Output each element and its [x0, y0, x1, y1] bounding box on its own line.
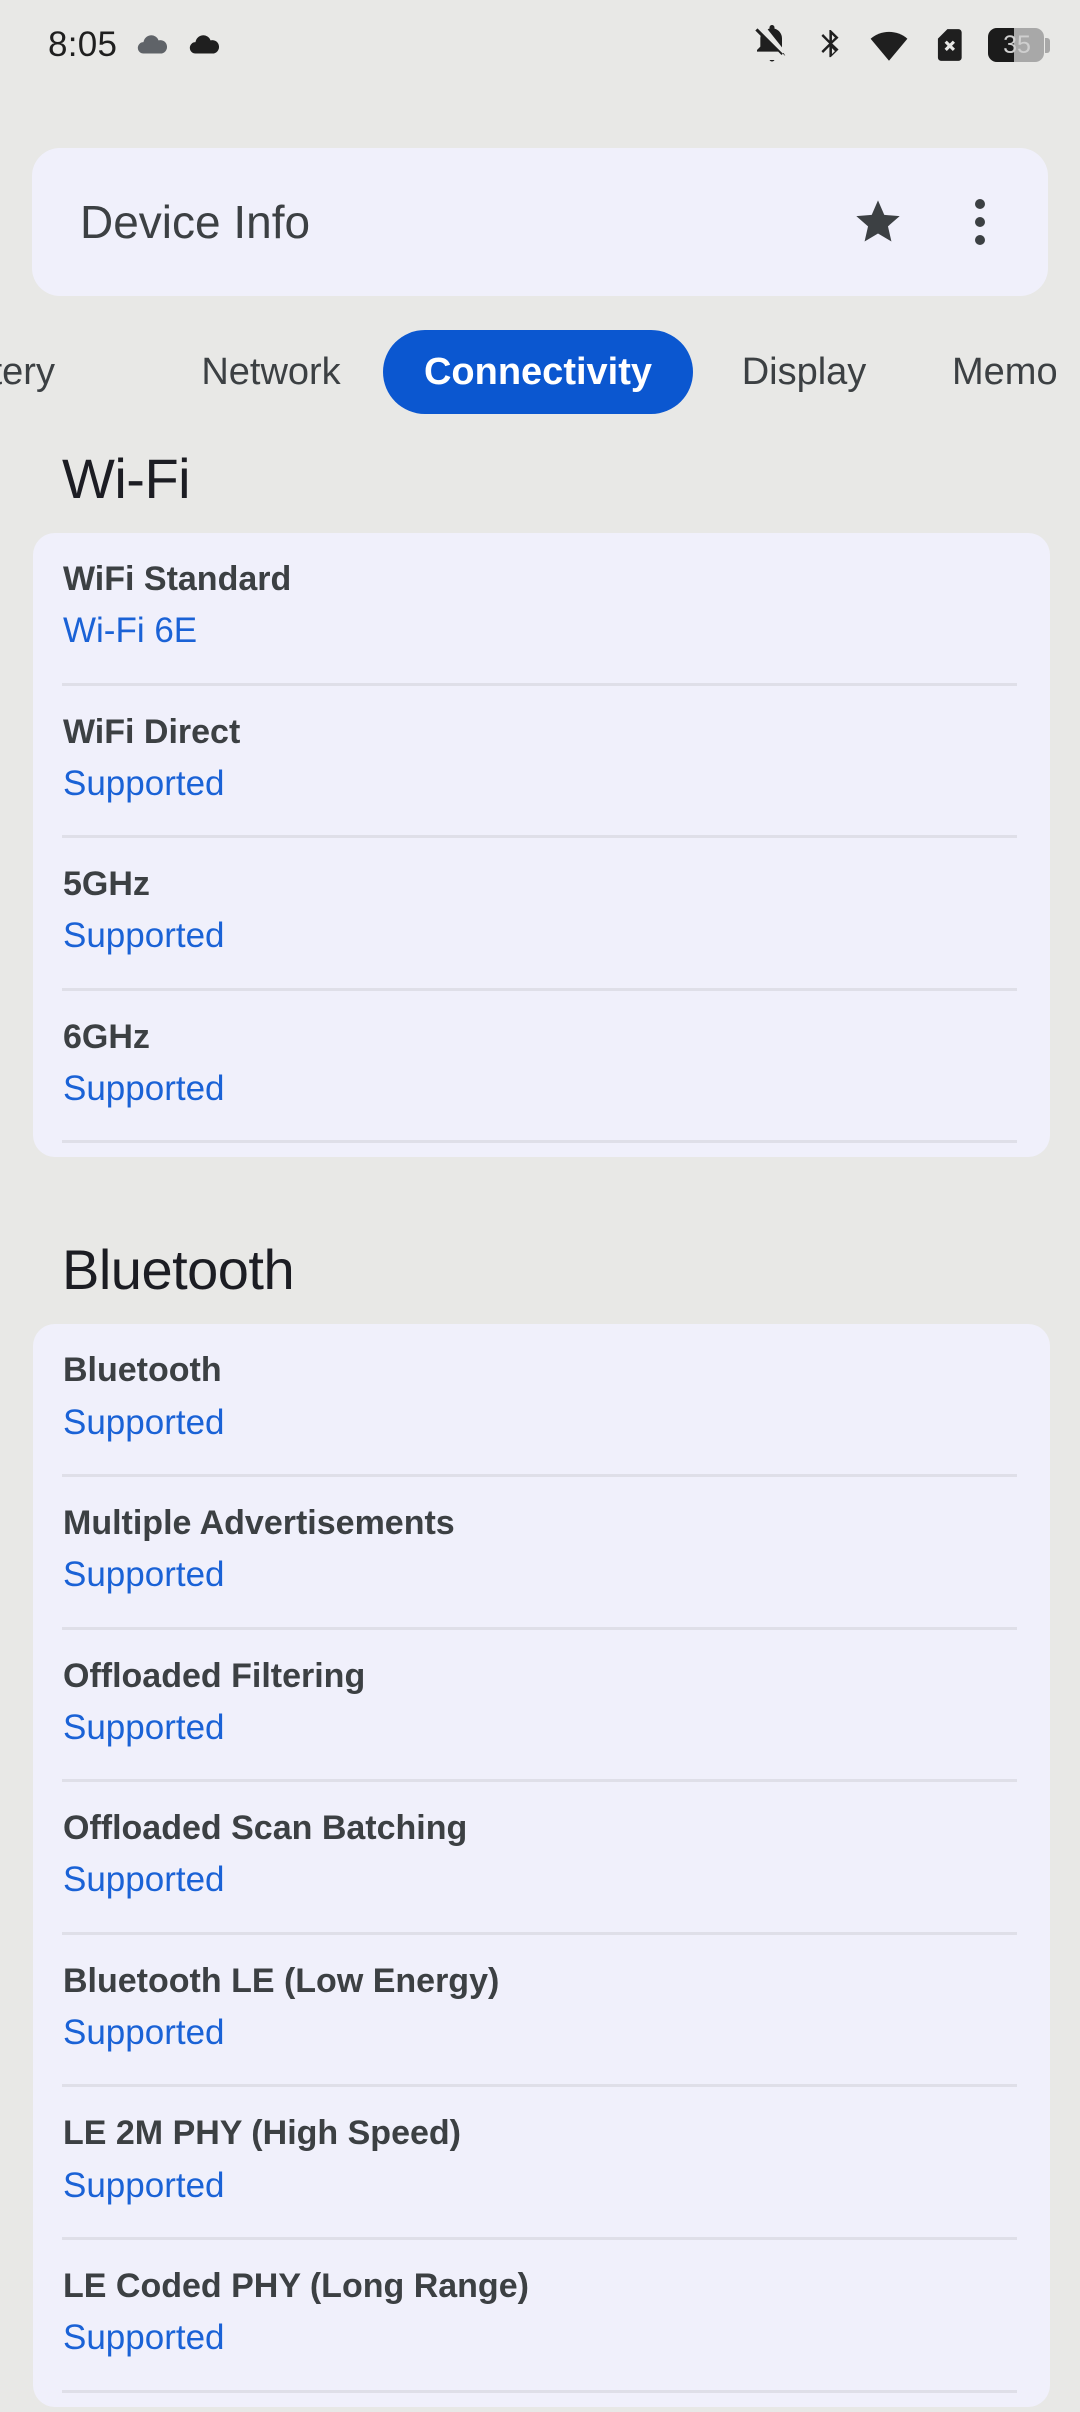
list-item[interactable]: Multiple Advertisements Supported: [33, 1477, 1050, 1608]
bluetooth-icon: [821, 30, 839, 58]
row-divider: [62, 2389, 1017, 2393]
status-bar-left: 8:05: [48, 25, 221, 65]
tab-connectivity-label: Connectivity: [423, 350, 653, 393]
list-item[interactable]: WiFi Direct Supported: [33, 686, 1050, 817]
more-options-icon: [975, 199, 985, 245]
list-item[interactable]: Offloaded Scan Batching Supported: [33, 1782, 1050, 1913]
sim-off-icon: [937, 29, 962, 61]
app-bar: Device Info: [32, 148, 1048, 296]
battery-cap: [1045, 37, 1050, 53]
row-label: LE Coded PHY (Long Range): [63, 2267, 529, 2306]
row-label: Bluetooth: [63, 1351, 222, 1390]
row-label: Multiple Advertisements: [63, 1504, 455, 1543]
overflow-menu-button[interactable]: [952, 194, 1008, 250]
section-title-bluetooth: Bluetooth: [62, 1238, 295, 1302]
list-item[interactable]: 5GHz Supported: [33, 838, 1050, 969]
row-value: Supported: [63, 2165, 225, 2205]
row-label: Offloaded Filtering: [63, 1656, 366, 1695]
row-value: Supported: [63, 1068, 225, 1108]
row-label: 5GHz: [63, 865, 150, 904]
status-clock: 8:05: [48, 25, 118, 64]
tab-bar[interactable]: ttery Network Connectivity Display Memo: [0, 322, 1080, 422]
status-bar-right: 35: [752, 24, 1050, 66]
row-label: Offloaded Scan Batching: [63, 1809, 468, 1848]
tab-network[interactable]: Network: [186, 322, 356, 422]
row-label: WiFi Standard: [63, 560, 292, 598]
tab-display[interactable]: Display: [730, 322, 878, 422]
tab-battery[interactable]: ttery: [0, 322, 108, 422]
battery-indicator: 35: [988, 27, 1050, 63]
row-value: Supported: [63, 2318, 225, 2358]
bluetooth-card: Bluetooth Supported Multiple Advertiseme…: [33, 1324, 1050, 2407]
row-value: Supported: [63, 1555, 225, 1595]
status-bar: 8:05 35: [0, 0, 1080, 90]
row-value: Supported: [63, 1860, 225, 1900]
list-item[interactable]: Bluetooth LE (Low Energy) Supported: [33, 1935, 1050, 2066]
phone-screen: 8:05 35 Device Info ery Network Connecti…: [0, 0, 1080, 2412]
row-value: Wi-Fi 6E: [63, 611, 198, 651]
row-label: 6GHz: [63, 1017, 150, 1056]
app-bar-actions: [850, 194, 1008, 250]
cloud-icon: [190, 35, 220, 54]
list-item[interactable]: WiFi Standard Wi-Fi 6E: [33, 533, 1050, 664]
cloud-icon: [138, 35, 168, 54]
list-item[interactable]: Bluetooth Supported: [33, 1324, 1050, 1455]
tab-connectivity[interactable]: Connectivity: [383, 330, 693, 414]
row-value: Supported: [63, 916, 225, 956]
list-item[interactable]: LE Coded PHY (Long Range) Supported: [33, 2240, 1050, 2371]
row-label: Bluetooth LE (Low Energy): [63, 1961, 500, 2000]
battery-percent: 35: [1003, 30, 1031, 59]
list-item[interactable]: LE 2M PHY (High Speed) Supported: [33, 2087, 1050, 2218]
battery-body: 35: [988, 28, 1044, 62]
row-label: LE 2M PHY (High Speed): [63, 2114, 461, 2153]
content-scroll-area[interactable]: Wi-Fi WiFi Standard Wi-Fi 6E WiFi Direct…: [0, 422, 1080, 2412]
row-value: Supported: [63, 2012, 225, 2052]
list-item[interactable]: 6GHz Supported: [33, 991, 1050, 1122]
tab-memory[interactable]: Memo: [952, 322, 1080, 422]
favorite-star-button[interactable]: [850, 194, 906, 250]
row-label: WiFi Direct: [63, 712, 241, 751]
star-icon: [856, 200, 900, 242]
wifi-card: WiFi Standard Wi-Fi 6E WiFi Direct Suppo…: [33, 533, 1050, 1158]
list-item[interactable]: Offloaded Filtering Supported: [33, 1630, 1050, 1761]
row-divider: [62, 1140, 1017, 1144]
section-title-wifi: Wi-Fi: [62, 447, 191, 510]
notifications-off-icon: [755, 25, 786, 62]
page-title: Device Info: [80, 196, 311, 248]
wifi-icon: [870, 31, 908, 61]
row-value: Supported: [63, 1402, 225, 1442]
row-value: Supported: [63, 763, 225, 803]
row-value: Supported: [63, 1707, 225, 1747]
